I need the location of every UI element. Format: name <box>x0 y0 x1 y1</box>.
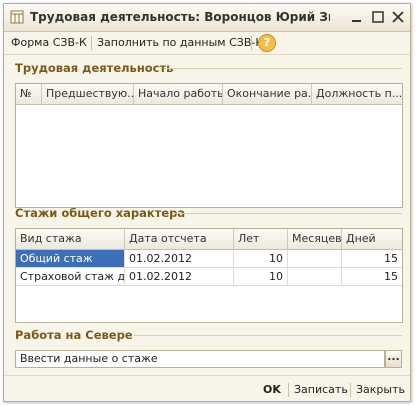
maximize-icon[interactable] <box>370 9 386 25</box>
minimize-icon[interactable] <box>349 9 365 25</box>
column-header[interactable]: Должность п... <box>312 84 402 104</box>
help-icon[interactable]: ? <box>258 34 276 52</box>
toolbar-separator <box>91 36 92 50</box>
column-header[interactable]: Вид стажа <box>16 229 125 249</box>
divider <box>172 213 402 214</box>
footer-separator <box>350 383 351 397</box>
months-cell[interactable] <box>288 268 342 286</box>
column-header[interactable]: Начало работы <box>134 84 223 104</box>
divider <box>134 335 402 336</box>
ok-button[interactable]: OK <box>263 383 281 396</box>
form-szv-k-button[interactable]: Форма СЗВ-К <box>11 36 87 49</box>
general-section-title: Стажи общего характера <box>15 206 186 220</box>
toolbar: Форма СЗВ-К Заполнить по данным СЗВ-К ? <box>4 32 410 55</box>
dialog-window: Трудовая деятельность: Воронцов Юрий Зин… <box>3 3 411 402</box>
start-date-cell[interactable]: 01.02.2012 <box>125 250 234 268</box>
general-experience-table[interactable]: Вид стажа Дата отсчета Лет Месяцев Дней … <box>15 228 403 323</box>
save-button[interactable]: Записать <box>294 383 348 396</box>
labor-table-header: № Предшествую... Начало работы Окончание… <box>16 84 402 105</box>
column-header[interactable]: Месяцев <box>288 229 342 249</box>
general-table-header: Вид стажа Дата отсчета Лет Месяцев Дней <box>16 229 402 250</box>
column-header[interactable]: Лет <box>234 229 288 249</box>
table-row[interactable]: Общий стаж 01.02.2012 10 15 <box>16 250 402 268</box>
toolbar-separator <box>251 36 252 50</box>
window-title: Трудовая деятельность: Воронцов Юрий Зин… <box>30 10 330 24</box>
start-date-cell[interactable]: 01.02.2012 <box>125 268 234 286</box>
experience-type-cell[interactable]: Страховой стаж д... <box>16 268 125 286</box>
days-cell[interactable]: 15 <box>342 268 402 286</box>
footer: OK Записать Закрыть <box>4 375 410 402</box>
days-cell[interactable]: 15 <box>342 250 402 268</box>
north-section-title: Работа на Севере <box>15 328 133 342</box>
footer-separator <box>288 383 289 397</box>
column-header[interactable]: Дата отсчета <box>125 229 234 249</box>
select-button[interactable]: ... <box>385 350 402 368</box>
labor-table[interactable]: № Предшествую... Начало работы Окончание… <box>15 83 403 208</box>
labor-section-title: Трудовая деятельность <box>15 61 174 75</box>
experience-type-cell[interactable]: Общий стаж <box>16 250 125 268</box>
north-experience-field[interactable]: Ввести данные о стаже <box>15 350 385 368</box>
table-icon <box>10 10 24 24</box>
divider <box>164 68 402 69</box>
column-header[interactable]: № <box>16 84 42 104</box>
close-button[interactable]: Закрыть <box>356 383 405 396</box>
years-cell[interactable]: 10 <box>234 268 288 286</box>
title-bar[interactable]: Трудовая деятельность: Воронцов Юрий Зин… <box>4 4 410 32</box>
months-cell[interactable] <box>288 250 342 268</box>
column-header[interactable]: Дней <box>342 229 402 249</box>
close-icon[interactable] <box>390 9 406 25</box>
table-row[interactable]: Страховой стаж д... 01.02.2012 10 15 <box>16 268 402 286</box>
column-header[interactable]: Окончание ра... <box>223 84 312 104</box>
years-cell[interactable]: 10 <box>234 250 288 268</box>
column-header[interactable]: Предшествую... <box>42 84 134 104</box>
fill-from-szv-k-button[interactable]: Заполнить по данным СЗВ-К <box>97 36 263 49</box>
